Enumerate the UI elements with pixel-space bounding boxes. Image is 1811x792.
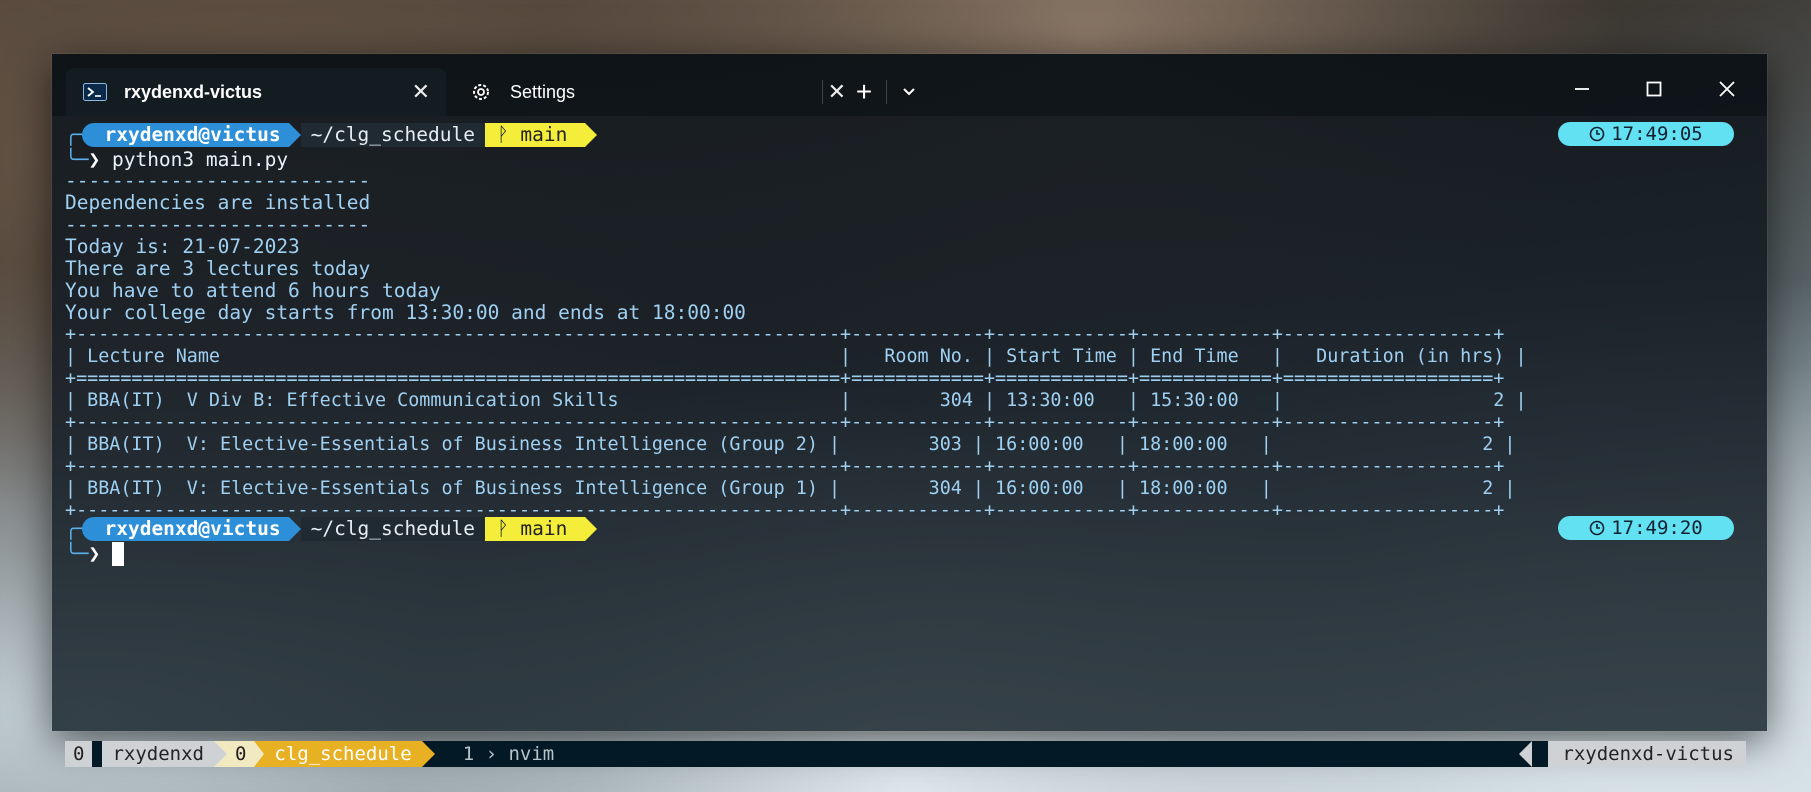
prompt-user: rxydenxd@victus — [82, 516, 289, 541]
git-branch-icon: ᚹ — [496, 123, 509, 146]
powershell-icon — [82, 82, 108, 102]
window-list-item[interactable]: 1 › nvim — [435, 742, 565, 767]
session-index: 0 — [65, 741, 93, 767]
prompt-time: 17:49:20 — [1611, 516, 1703, 539]
maximize-button[interactable] — [1624, 68, 1684, 110]
chevron-down-icon — [903, 88, 915, 96]
minimize-icon — [1575, 88, 1589, 90]
window-name: nvim — [508, 742, 555, 765]
tab-dropdown-button[interactable] — [894, 74, 924, 110]
close-window-button[interactable] — [1697, 68, 1757, 110]
new-tab-button[interactable]: + — [844, 74, 884, 110]
title-bar: rxydenxd-victus ✕ Settings ✕ + — [52, 54, 1767, 116]
powerline-separator — [585, 122, 598, 147]
powerline-separator — [421, 741, 435, 767]
tab-settings[interactable]: Settings ✕ — [452, 68, 862, 116]
minimize-button[interactable] — [1552, 68, 1612, 110]
terminal-content[interactable]: ╭─ rxydenxd@victus ~/clg_schedule ᚹ main… — [52, 116, 1767, 767]
tab-divider — [886, 80, 887, 104]
command-line[interactable]: ╰─ ❯ — [65, 541, 124, 566]
powerline-separator — [1519, 741, 1532, 767]
tab-rxydenxd-victus[interactable]: rxydenxd-victus ✕ — [66, 68, 446, 116]
prompt-corner: ╰─ — [65, 542, 89, 565]
prompt-path: ~/clg_schedule — [300, 122, 485, 147]
maximize-icon — [1646, 81, 1662, 97]
gear-icon — [468, 82, 494, 102]
prompt-user: rxydenxd@victus — [82, 122, 289, 147]
prompt-path: ~/clg_schedule — [300, 516, 485, 541]
git-branch-icon: ᚹ — [496, 517, 509, 540]
powerline-separator — [288, 516, 301, 541]
prompt-time-badge: 17:49:05 — [1558, 122, 1734, 146]
clock-icon — [1589, 520, 1605, 536]
powerline-separator — [92, 741, 103, 767]
powerline-separator — [288, 122, 301, 147]
powerline-separator — [213, 741, 227, 767]
branch-name: main — [520, 123, 568, 146]
window-index: 1 — [462, 742, 475, 765]
tab-label: Settings — [510, 81, 576, 102]
prompt-line: ╭─ rxydenxd@victus ~/clg_schedule ᚹ main — [65, 122, 598, 147]
close-icon — [1719, 81, 1735, 97]
tab-divider — [822, 80, 823, 104]
hostname: rxydenxd-victus — [1548, 741, 1746, 767]
tab-label: rxydenxd-victus — [124, 81, 263, 102]
window-index: 0 — [226, 741, 255, 767]
prompt-time-badge: 17:49:20 — [1558, 516, 1734, 540]
prompt-line: ╭─ rxydenxd@victus ~/clg_schedule ᚹ main — [65, 516, 598, 541]
clock-icon — [1589, 126, 1605, 142]
session-name: rxydenxd — [102, 741, 214, 767]
powerline-separator — [254, 741, 265, 767]
active-window-name[interactable]: clg_schedule — [264, 741, 422, 767]
text-cursor — [111, 541, 124, 566]
prompt-time: 17:49:05 — [1611, 122, 1703, 145]
prompt-git-branch: ᚹ main — [484, 516, 586, 541]
prompt-chevron: ❯ — [88, 542, 112, 565]
powerline-separator — [585, 516, 598, 541]
tab-close-button[interactable]: ✕ — [412, 79, 430, 105]
prompt-git-branch: ᚹ main — [484, 122, 586, 147]
terminal-window: rxydenxd-victus ✕ Settings ✕ + ╭─ rxyden… — [52, 54, 1767, 767]
tmux-status-bar: 0 rxydenxd 0 clg_schedule 1 › nvim rxyde… — [65, 741, 1746, 767]
branch-name: main — [520, 517, 568, 540]
